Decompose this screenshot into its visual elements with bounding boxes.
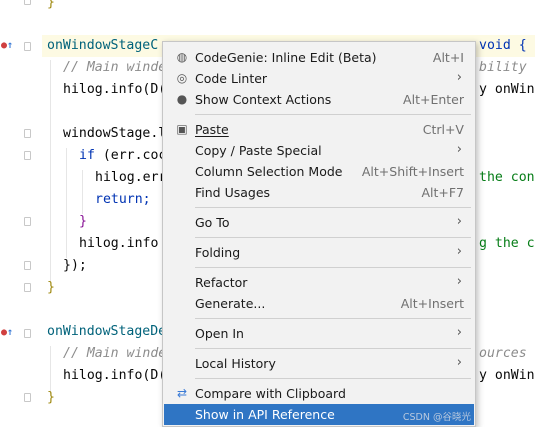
menu-item-show-context-actions[interactable]: ● Show Context Actions Alt+Enter <box>164 89 474 110</box>
fold-marker-icon[interactable] <box>24 261 31 270</box>
method-name: onWindowStageDe <box>47 324 167 339</box>
fold-marker-icon[interactable] <box>24 217 31 226</box>
menu-item-codegenie-inline-edit[interactable]: ◍ CodeGenie: Inline Edit (Beta) Alt+I <box>164 47 474 68</box>
menu-item-shortcut: Alt+Shift+Insert <box>361 164 464 179</box>
menu-item-shortcut: Alt+I <box>432 50 464 65</box>
menu-item-shortcut: Ctrl+V <box>422 122 464 137</box>
indent-guide <box>50 60 51 282</box>
menu-item-local-history[interactable]: Local History › <box>164 353 474 374</box>
brace: } <box>79 214 87 229</box>
code-line-tail: y onWind <box>479 82 535 97</box>
menu-item-folding[interactable]: Folding › <box>164 242 474 263</box>
menu-item-find-usages[interactable]: Find Usages Alt+F7 <box>164 182 474 203</box>
chevron-right-icon: › <box>456 355 462 370</box>
linter-icon: ◎ <box>176 71 188 85</box>
override-icon[interactable]: ●↑ <box>1 327 13 338</box>
menu-item-paste[interactable]: ▣ Paste Ctrl+V <box>164 119 474 140</box>
menu-item-code-linter[interactable]: ◎ Code Linter › <box>164 68 474 89</box>
fold-marker-icon[interactable] <box>24 42 31 51</box>
code-line: } <box>47 0 55 14</box>
menu-item-label: CodeGenie: Inline Edit (Beta) <box>195 50 377 65</box>
code-line-tail: g the c <box>479 236 535 251</box>
code-comment: // Main winde <box>63 60 167 75</box>
menu-separator <box>195 114 471 115</box>
chevron-right-icon: › <box>456 142 462 157</box>
paste-icon: ▣ <box>176 122 188 136</box>
return-type: void { <box>479 38 527 53</box>
menu-item-label: Compare with Clipboard <box>195 386 346 401</box>
fold-marker-icon[interactable] <box>24 151 31 160</box>
chevron-right-icon: › <box>456 325 462 340</box>
brace: } <box>47 390 55 405</box>
override-icon[interactable]: ●↑ <box>1 40 13 51</box>
condition: (err.coc <box>94 148 167 163</box>
method-name: onWindowStageC <box>47 38 159 53</box>
menu-item-label: Generate... <box>195 296 266 311</box>
fold-marker-icon[interactable] <box>24 329 31 338</box>
brace: } <box>47 0 55 10</box>
menu-separator <box>195 207 471 208</box>
menu-separator <box>195 348 471 349</box>
keyword-return: return; <box>95 192 151 207</box>
menu-item-open-in[interactable]: Open In › <box>164 323 474 344</box>
indent-guide <box>66 148 67 258</box>
chevron-right-icon: › <box>456 70 462 85</box>
fold-marker-icon[interactable] <box>24 393 31 402</box>
chevron-right-icon: › <box>456 214 462 229</box>
menu-item-label: Go To <box>195 215 230 230</box>
menu-item-label: Show in API Reference <box>195 407 335 422</box>
menu-item-shortcut: Alt+Insert <box>400 296 464 311</box>
code-line-method: onWindowStageC <box>47 35 158 57</box>
code-line: hilog.info(D( <box>63 368 167 383</box>
chevron-right-icon: › <box>456 244 462 259</box>
code-line-tail: y onWind <box>479 368 535 383</box>
menu-item-label: Refactor <box>195 275 248 290</box>
menu-item-go-to[interactable]: Go To › <box>164 212 474 233</box>
menu-separator <box>195 267 471 268</box>
menu-item-label: Find Usages <box>195 185 271 200</box>
watermark: CSDN @谷晓光 <box>402 412 471 423</box>
menu-item-generate[interactable]: Generate... Alt+Insert <box>164 293 474 314</box>
menu-separator <box>195 237 471 238</box>
menu-item-column-selection-mode[interactable]: Column Selection Mode Alt+Shift+Insert <box>164 161 474 182</box>
menu-item-label: Local History <box>195 356 276 371</box>
menu-item-label: Show Context Actions <box>195 92 332 107</box>
menu-item-shortcut: Alt+F7 <box>421 185 464 200</box>
menu-item-refactor[interactable]: Refactor › <box>164 272 474 293</box>
bulb-icon: ● <box>176 92 188 106</box>
menu-item-label: Copy / Paste Special <box>195 143 322 158</box>
code-line: hilog.info <box>79 236 159 251</box>
fold-marker-icon[interactable] <box>24 129 31 138</box>
compare-icon: ⇄ <box>176 386 188 400</box>
context-menu: ◍ CodeGenie: Inline Edit (Beta) Alt+I ◎ … <box>162 41 476 427</box>
code-line-if: if (err.coc <box>79 145 166 167</box>
code-comment-tail: ources <box>479 346 527 361</box>
menu-item-shortcut: Alt+Enter <box>403 92 464 107</box>
menu-item-label: Code Linter <box>195 71 268 86</box>
menu-item-label: Column Selection Mode <box>195 164 343 179</box>
keyword-if: if <box>79 148 95 163</box>
code-line-tail: void { <box>479 35 527 57</box>
code-line-close: }); <box>63 258 87 273</box>
menu-separator <box>195 378 471 379</box>
menu-item-copy-paste-special[interactable]: Copy / Paste Special › <box>164 140 474 161</box>
codegenie-icon: ◍ <box>176 50 188 64</box>
code-line: windowStage.l <box>63 126 167 141</box>
fold-marker-icon[interactable] <box>24 0 31 5</box>
code-comment-tail: bility <box>479 60 527 75</box>
brace: } <box>47 280 55 295</box>
menu-separator <box>195 318 471 319</box>
editor-gutter: ●↑ ●↑ <box>0 0 42 427</box>
menu-item-label: Paste <box>195 122 229 137</box>
code-line: hilog.info(D( <box>63 82 167 97</box>
code-comment: // Main winde <box>63 346 167 361</box>
indent-guide <box>82 170 83 214</box>
code-line-tail: the cont <box>479 170 535 185</box>
menu-item-label: Folding <box>195 245 241 260</box>
fold-marker-icon[interactable] <box>24 283 31 292</box>
menu-item-label: Open In <box>195 326 244 341</box>
chevron-right-icon: › <box>456 274 462 289</box>
code-line: hilog.err <box>95 170 167 185</box>
menu-item-compare-with-clipboard[interactable]: ⇄ Compare with Clipboard <box>164 383 474 404</box>
